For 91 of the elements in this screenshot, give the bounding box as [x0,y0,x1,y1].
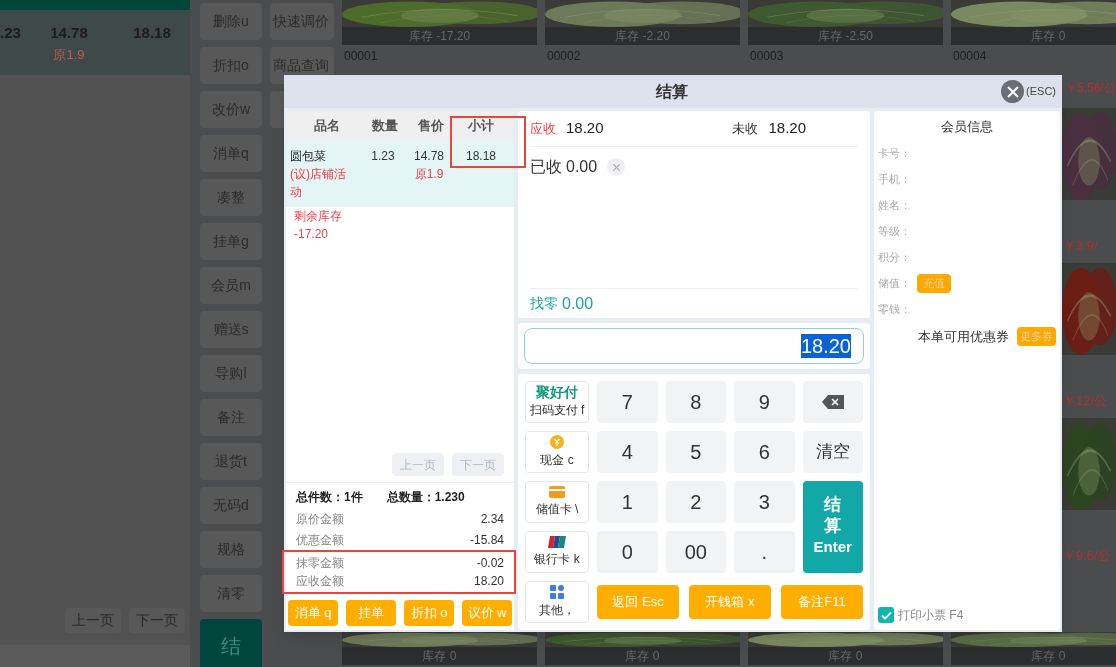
digit-key[interactable]: 9 [734,381,795,423]
due-value: 18.20 [566,118,604,139]
original-price-text: 原1.9 [414,166,444,183]
digit-key[interactable]: 3 [734,481,795,523]
backspace-key[interactable] [802,381,863,423]
digit-key[interactable]: 00 [665,531,726,573]
close-icon [612,163,620,171]
logo-text: 聚好付 [536,385,578,399]
backspace-icon [821,395,844,409]
digit-key[interactable]: 1 [597,481,658,523]
action-button[interactable]: 挂单 [346,600,396,626]
payment-method-button[interactable]: 银行卡 k [525,531,589,573]
payment-method-button[interactable]: 储值卡 \ [525,481,589,523]
dialog-title: 结算 [656,81,688,102]
amount-label: 应收金额 [296,573,344,590]
action-button[interactable]: 消单 q [288,600,338,626]
field-label: 等级： [878,224,911,240]
digit-key[interactable]: . [734,531,795,573]
close-icon [1006,85,1019,98]
action-button[interactable]: 备注F11 [781,585,863,619]
product-price: ￥12/公 [1063,392,1108,410]
checkout-key[interactable]: 结算 Enter [802,481,863,573]
print-label: 打印小票 F4 [898,607,964,624]
product-name: 圆包菜 [290,148,327,165]
grid-icon [550,585,564,599]
column-header: 品名 [313,117,341,136]
stock-value: -17.20 [294,226,330,243]
digit-key[interactable]: 7 [597,381,658,423]
field-label: 姓名： [878,198,911,214]
column-header: 小计 [467,117,495,136]
checkout-button[interactable]: 结 [200,619,262,667]
print-checkbox[interactable] [878,607,894,623]
action-button[interactable]: 开钱箱 x [689,585,771,619]
close-hint: (ESC) [1026,84,1056,100]
digit-key[interactable]: 5 [665,431,726,473]
field-label: 零钱： [878,302,911,318]
amount-input[interactable]: 18.20 [524,328,864,364]
unpaid-label: 未收 [732,119,760,138]
field-label: 卡号： [878,146,911,162]
amount-value: 18.20 [473,573,504,590]
field-label: 手机： [878,172,911,188]
digit-key[interactable]: 0 [597,531,658,573]
coin-icon [550,435,564,449]
amount-label: 抹零金额 [296,555,344,572]
due-label: 应收 [530,119,557,138]
subtotal-text: 18.18 [466,148,496,163]
quantity-text: 1.23 [370,148,396,163]
digit-key[interactable]: 4 [597,431,658,473]
payment-method-button[interactable]: 聚好付 扫码支付 f [525,381,589,423]
coupon-label: 本单可用优惠券 [918,327,1009,346]
amount-value: -0.02 [476,555,504,572]
change-value: 0.00 [562,293,594,314]
clear-key[interactable]: 清空 [802,431,863,473]
stock-label: 剩余库存 [294,208,343,225]
card-icon [549,486,565,498]
column-header: 售价 [417,117,445,136]
amount-value: -15.84 [469,531,504,549]
original-price-text: 原1.9 [53,45,85,64]
amount-value: 2.34 [480,510,504,528]
product-price: ￥9.6/公 [1063,547,1111,565]
payment-method-button[interactable]: 现金 c [525,431,589,473]
more-coupons-button[interactable]: 更多券 [1017,326,1056,346]
change-label: 找零 [530,294,558,313]
amount-label: 优惠金额 [296,531,344,549]
action-button[interactable]: 议价 w [462,600,512,626]
price-text: 14.78 [414,148,444,165]
received-label: 已收 [530,157,562,177]
field-label: 积分： [878,250,911,266]
unpaid-value: 18.20 [768,118,806,139]
amount-label: 原价金额 [296,510,344,528]
column-header: 数量 [371,117,399,136]
digit-key[interactable]: 6 [734,431,795,473]
recharge-button[interactable]: 充值 [917,274,951,293]
member-title: 会员信息 [941,118,993,136]
bank-card-icon [548,536,566,548]
product-price: ￥5.56/公 [1065,80,1116,97]
total-text: 总数量：1.230 [386,489,465,506]
digit-key[interactable]: 8 [665,381,726,423]
promo-text: (议)店铺活动 [290,166,346,201]
check-icon [880,610,892,620]
received-value: 0.00 [566,157,598,177]
field-label: 储值： [878,276,911,292]
digit-key[interactable]: 2 [665,481,726,523]
product-price: ￥3.9/ [1063,237,1098,255]
action-button[interactable]: 折扣 o [404,600,454,626]
order-row[interactable]: 圆包菜 (议)店铺活动 1.23 14.78 原1.9 18.18 [286,141,514,207]
payment-method-button[interactable]: 其他， [525,581,589,623]
total-text: 总件数：1件 [296,489,363,506]
amount-value: 18.20 [800,334,851,358]
close-button[interactable] [1001,80,1025,103]
action-button[interactable]: 返回 Esc [597,585,679,619]
